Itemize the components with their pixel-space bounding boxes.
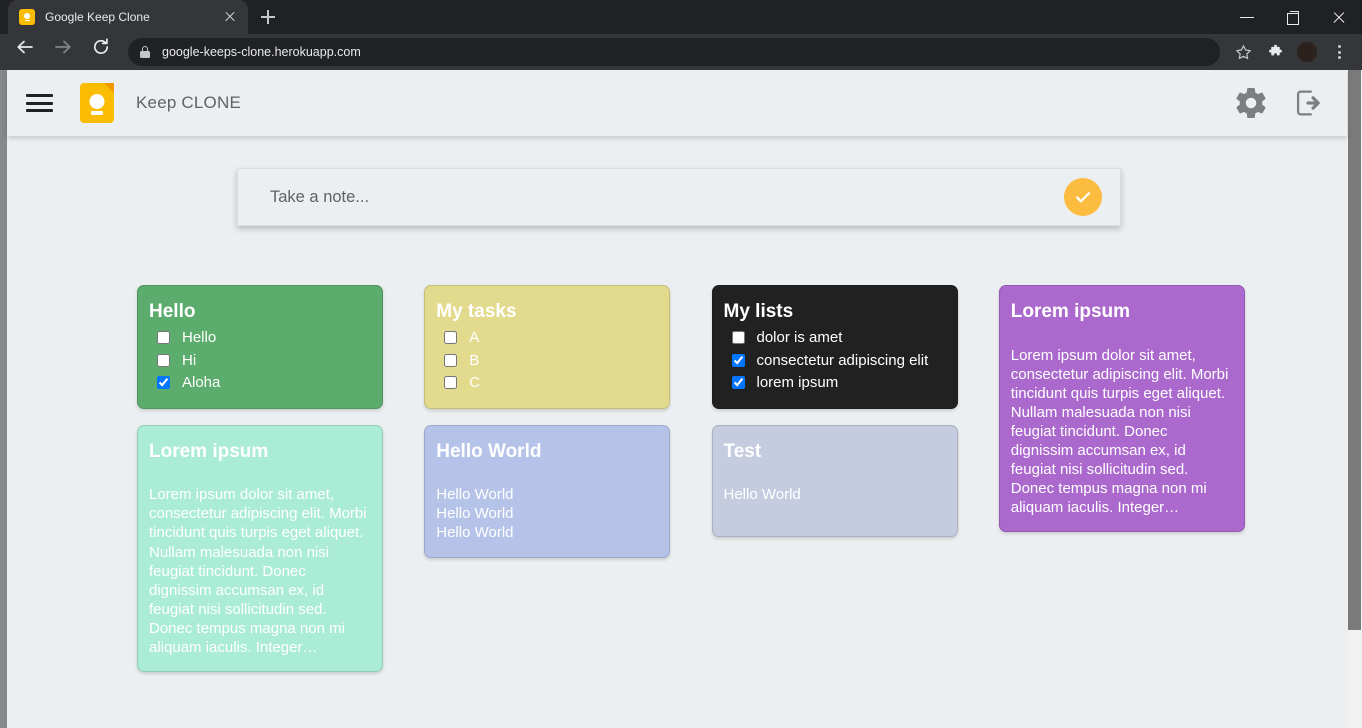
minimize-icon[interactable] [1224, 0, 1270, 34]
close-window-icon[interactable] [1316, 0, 1362, 34]
note-body: Hello World [723, 486, 801, 504]
checklist-checkbox[interactable] [157, 353, 170, 367]
note-card[interactable]: Hello Hello Hi Aloha [137, 285, 383, 409]
note-card[interactable]: Hello World Hello World Hello World Hello… [424, 424, 671, 558]
hamburger-menu-icon[interactable] [25, 91, 55, 115]
checklist-item[interactable]: Hi [149, 349, 368, 371]
scrollbar-thumb[interactable] [1348, 70, 1361, 630]
page-scrollbar[interactable] [1347, 70, 1362, 728]
note-title: Lorem ipsum [1010, 301, 1131, 322]
browser-menu-button[interactable] [1324, 37, 1354, 67]
note-card[interactable]: My tasks A B C [424, 285, 671, 409]
tab-strip: Google Keep Clone [0, 0, 1362, 34]
forward-button[interactable] [46, 37, 80, 67]
reload-icon [93, 38, 109, 55]
checklist-checkbox[interactable] [444, 375, 458, 389]
checklist-label: Hi [182, 351, 197, 369]
lock-icon [140, 46, 150, 58]
logout-button[interactable] [1291, 86, 1325, 120]
note-title: Test [723, 440, 762, 462]
address-bar[interactable]: google-keeps-clone.herokuapp.com [128, 38, 1220, 66]
back-button[interactable] [8, 37, 42, 67]
checklist-checkbox[interactable] [731, 375, 745, 389]
note-card[interactable]: Lorem ipsum Lorem ipsum dolor sit amet, c… [137, 424, 383, 672]
checklist-checkbox[interactable] [731, 353, 745, 367]
checklist-label: Aloha [182, 373, 221, 391]
notes-grid: Hello Hello Hi Aloha Lorem ipsum Lorem ipsum … [137, 285, 1247, 688]
note-title: Lorem ipsum [149, 440, 269, 462]
extensions-button[interactable] [1260, 37, 1290, 67]
checklist-item[interactable]: A [436, 327, 655, 349]
close-tab-icon[interactable] [222, 9, 238, 25]
star-icon [1235, 44, 1251, 59]
checklist-checkbox[interactable] [731, 331, 745, 345]
checklist-item[interactable]: lorem ipsum [724, 371, 943, 393]
note-body: Lorem ipsum dolor sit amet, consectetur … [1010, 346, 1229, 517]
note-body: Hello World Hello World Hello World [436, 486, 514, 542]
checklist-item[interactable]: C [436, 371, 655, 393]
app-title: Keep CLONE [136, 93, 241, 112]
google-keep-logo-icon [80, 83, 114, 123]
checklist-checkbox[interactable] [157, 331, 170, 345]
checklist-item[interactable]: Hello [149, 327, 368, 349]
page-left-edge [0, 70, 7, 728]
logout-icon [1296, 90, 1320, 116]
note-card[interactable]: Test Hello World [711, 424, 958, 537]
note-card[interactable]: My lists dolor is amet consectetur adipisc… [711, 285, 958, 409]
checklist-label: dolor is amet [756, 329, 843, 347]
new-tab-button[interactable] [254, 3, 282, 31]
forward-arrow-icon [55, 40, 71, 54]
note-body: Lorem ipsum dolor sit amet, consectetur … [149, 486, 367, 656]
app-header: Keep CLONE [7, 70, 1347, 136]
note-input-placeholder[interactable]: Take a note... [270, 188, 1064, 207]
note-title: My tasks [436, 301, 517, 322]
check-circle-icon [1075, 192, 1091, 203]
add-note-button[interactable] [1064, 178, 1102, 216]
checklist-label: C [469, 373, 481, 391]
restore-icon[interactable] [1270, 0, 1316, 34]
window-controls [1224, 0, 1362, 34]
three-dot-menu-icon [1337, 45, 1341, 59]
create-note-form[interactable]: Take a note... [237, 168, 1121, 226]
checklist-checkbox[interactable] [444, 331, 458, 345]
checklist-label: consectetur adipiscing elit [756, 351, 929, 369]
bookmark-button[interactable] [1228, 37, 1258, 67]
reload-button[interactable] [84, 37, 118, 67]
checklist-label: A [469, 329, 480, 347]
checklist-item[interactable]: consectetur adipiscing elit [724, 349, 943, 371]
checklist-checkbox[interactable] [157, 375, 170, 389]
note-checklist: dolor is amet consectetur adipiscing elit… [724, 327, 943, 394]
tab-title: Google Keep Clone [45, 10, 150, 24]
browser-toolbar: google-keeps-clone.herokuapp.com [0, 34, 1362, 70]
checklist-item[interactable]: B [436, 349, 655, 371]
checklist-label: B [469, 351, 480, 369]
avatar-icon [1297, 42, 1317, 62]
checklist-label: lorem ipsum [756, 373, 839, 391]
browser-tab[interactable]: Google Keep Clone [8, 0, 248, 34]
checklist-label: Hello [182, 329, 217, 347]
note-title: My lists [723, 301, 794, 322]
keep-favicon-icon [19, 9, 35, 25]
url-text: google-keeps-clone.herokuapp.com [162, 45, 361, 59]
note-card[interactable]: Lorem ipsum Lorem ipsum dolor sit amet, c… [998, 285, 1245, 533]
note-checklist: Hello Hi Aloha [149, 327, 368, 394]
profile-button[interactable] [1292, 37, 1322, 67]
gear-icon [1236, 87, 1266, 118]
note-title: Hello World [436, 440, 542, 462]
puzzle-icon [1268, 44, 1282, 55]
browser-window: Google Keep Clone google-keeps-clone.her… [0, 0, 1362, 728]
checklist-checkbox[interactable] [444, 353, 458, 367]
settings-button[interactable] [1233, 85, 1269, 121]
back-arrow-icon [17, 40, 33, 54]
checklist-item[interactable]: Aloha [149, 371, 368, 393]
checklist-item[interactable]: dolor is amet [724, 327, 943, 349]
page-viewport: Keep CLONE Take a note... Hello Hello Hi… [0, 70, 1362, 728]
note-title: Hello [149, 301, 196, 322]
note-checklist: ABC [436, 327, 655, 394]
